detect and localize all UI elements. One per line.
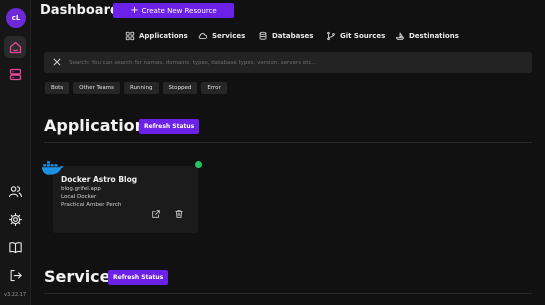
destination-icon bbox=[395, 32, 405, 40]
section-divider bbox=[44, 293, 532, 294]
create-resource-label: Create New Resource bbox=[141, 6, 217, 15]
search-input[interactable] bbox=[69, 55, 524, 70]
page-title: Dashboard bbox=[40, 3, 120, 18]
nav-services[interactable]: Services bbox=[198, 30, 245, 42]
filter-chips: Bots Other Teams Running Stopped Error bbox=[45, 82, 227, 94]
nav-applications-label: Applications bbox=[139, 32, 188, 40]
nav-databases-label: Databases bbox=[272, 32, 314, 40]
close-icon[interactable] bbox=[52, 57, 62, 67]
application-name: Docker Astro Blog bbox=[61, 175, 138, 184]
nav-git-sources[interactable]: Git Sources bbox=[326, 30, 385, 42]
users-icon bbox=[8, 185, 22, 197]
nav-databases[interactable]: Databases bbox=[258, 30, 313, 42]
filter-chip-running[interactable]: Running bbox=[123, 82, 159, 94]
sidebar: cL v3.22.17 bbox=[0, 0, 31, 305]
external-link-icon[interactable] bbox=[151, 209, 161, 219]
nav-applications[interactable]: Applications bbox=[125, 30, 188, 42]
server-icon bbox=[9, 68, 21, 80]
nav-destinations[interactable]: Destinations bbox=[395, 30, 459, 42]
filter-chip-stopped[interactable]: Stopped bbox=[162, 82, 198, 94]
book-icon bbox=[8, 241, 22, 253]
trash-icon[interactable] bbox=[174, 209, 184, 219]
cloud-icon bbox=[198, 33, 208, 39]
plus-icon: + bbox=[130, 4, 139, 16]
sidebar-item-home[interactable] bbox=[4, 36, 26, 58]
sidebar-item-team[interactable] bbox=[4, 180, 26, 202]
refresh-services-button[interactable]: Refresh Status bbox=[108, 270, 169, 285]
create-resource-button[interactable]: + Create New Resource bbox=[113, 3, 234, 18]
home-icon bbox=[9, 41, 21, 53]
version-label: v3.22.17 bbox=[4, 292, 27, 298]
status-running-dot bbox=[195, 161, 202, 168]
nav-services-label: Services bbox=[212, 32, 246, 40]
database-icon bbox=[259, 31, 267, 40]
refresh-applications-button[interactable]: Refresh Status bbox=[139, 119, 200, 134]
nav-git-sources-label: Git Sources bbox=[340, 32, 386, 40]
filter-chip-error[interactable]: Error bbox=[201, 82, 227, 94]
gear-icon bbox=[8, 212, 22, 226]
filter-chip-bots[interactable]: Bots bbox=[45, 82, 70, 94]
filter-chip-other-teams[interactable]: Other Teams bbox=[73, 82, 120, 94]
application-server: Practical Amber Perch bbox=[61, 202, 122, 208]
sidebar-item-settings[interactable] bbox=[4, 208, 26, 230]
sidebar-item-logout[interactable] bbox=[4, 264, 26, 286]
sidebar-item-docs[interactable] bbox=[4, 236, 26, 258]
sidebar-item-servers[interactable] bbox=[4, 63, 26, 85]
section-divider bbox=[44, 142, 532, 143]
apps-grid-icon bbox=[125, 31, 135, 41]
application-domain: blog.grifel.app bbox=[61, 186, 101, 192]
search-bar bbox=[44, 52, 532, 73]
nav-destinations-label: Destinations bbox=[409, 32, 459, 40]
git-branch-icon bbox=[327, 31, 335, 41]
docker-icon bbox=[41, 161, 64, 175]
logout-icon bbox=[10, 269, 22, 281]
application-destination: Local Docker bbox=[61, 194, 97, 200]
application-card[interactable]: Docker Astro Blog blog.grifel.app Local … bbox=[53, 166, 198, 233]
avatar[interactable]: cL bbox=[6, 8, 26, 28]
